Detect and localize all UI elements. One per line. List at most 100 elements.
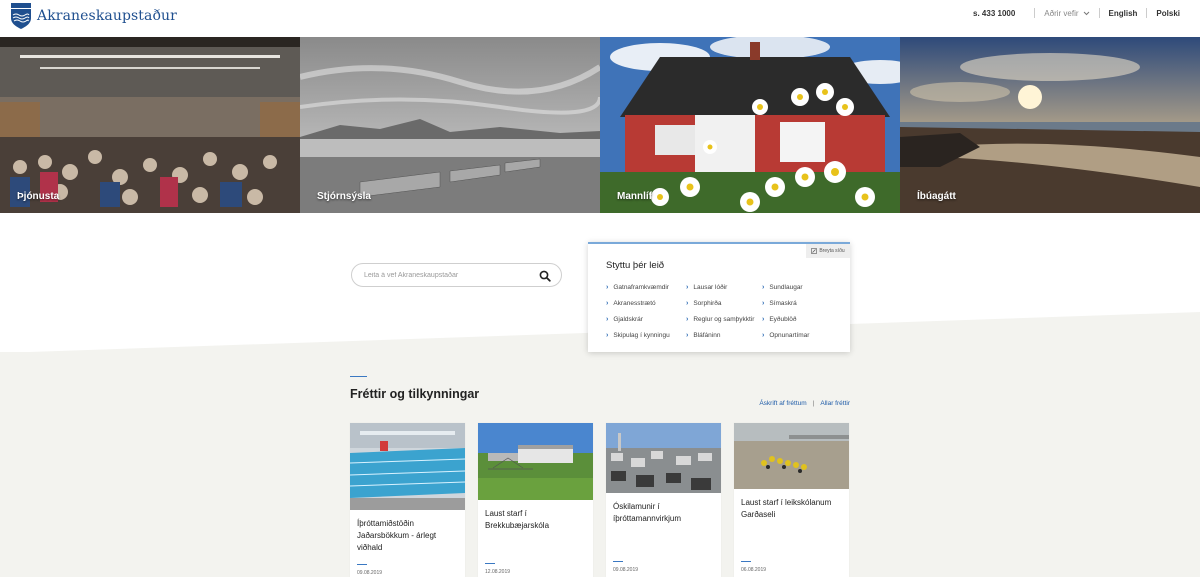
- chevron-right-icon: ›: [762, 300, 765, 307]
- hero-tiles: Þjónusta Stjórnsýsla Mannlíf Íbúagátt: [0, 37, 1200, 213]
- quick-link-label: Skipulag í kynningu: [613, 332, 670, 339]
- lang-polish-link[interactable]: Polski: [1156, 9, 1180, 18]
- kids-beach-photo: [734, 423, 849, 489]
- tile-administration[interactable]: Stjórnsýsla: [300, 37, 600, 213]
- chevron-right-icon: ›: [686, 284, 689, 291]
- coat-of-arms-icon: [11, 3, 31, 29]
- news-card-date: 12.08.2019: [485, 569, 511, 575]
- quick-links-column: › Lausar lóðir › Sorphirða › Reglur og samþ…: [686, 284, 762, 339]
- tile-label: Þjónusta: [17, 191, 60, 202]
- school-photo: [478, 423, 593, 500]
- search-icon[interactable]: [539, 270, 551, 282]
- quick-links-panel: Breyta síðu Styttu þér leið › Gatnaframkv…: [588, 242, 850, 352]
- news-card-image: [606, 423, 721, 493]
- quick-links-column: › Gatnaframkvæmdir › Akranesstrætó › Gjalds…: [606, 284, 686, 339]
- chevron-right-icon: ›: [762, 316, 765, 323]
- all-news-link[interactable]: Allar fréttir: [820, 400, 850, 407]
- quick-links-title: Styttu þér leið: [606, 260, 665, 271]
- news-card-date: 09.08.2019: [357, 570, 383, 576]
- quick-link[interactable]: › Reglur og samþykktir: [686, 316, 762, 323]
- tile-resident-portal[interactable]: Íbúagátt: [900, 37, 1200, 213]
- news-card[interactable]: Íþróttamiðstöðin Jaðarsbökkum - árlegt v…: [350, 423, 465, 577]
- quick-link-label: Gjaldskrár: [613, 316, 643, 323]
- news-card-image: [350, 423, 465, 510]
- quick-link[interactable]: › Sundlaugar: [762, 284, 809, 291]
- search-input[interactable]: [364, 271, 534, 279]
- chevron-right-icon: ›: [606, 332, 609, 339]
- quick-link[interactable]: › Akranesstrætó: [606, 300, 686, 307]
- news-card-title: Laust starf í leikskólanum Garðaseli: [741, 498, 832, 519]
- divider: [1098, 8, 1100, 18]
- town-aerial-photo: [606, 423, 721, 493]
- divider: [1034, 8, 1036, 18]
- quick-link-label: Akranesstrætó: [613, 300, 656, 307]
- news-card-date: 06.08.2019: [741, 567, 767, 573]
- quick-link-label: Sorphirða: [693, 300, 722, 307]
- quick-links-column: › Sundlaugar › Símaskrá › Eyðublöð › Opnunar…: [762, 284, 809, 339]
- news-card-title: Óskilamunir í íþróttamannvirkjum: [613, 502, 682, 523]
- news-links: Áskrift af fréttum | Allar fréttir: [759, 400, 850, 407]
- edit-icon: [811, 248, 818, 254]
- quick-link[interactable]: › Opnunartímar: [762, 332, 809, 339]
- section-accent-rule: [350, 376, 367, 377]
- divider: |: [812, 400, 815, 407]
- chevron-right-icon: ›: [686, 316, 689, 323]
- chevron-right-icon: ›: [606, 300, 609, 307]
- news-card-accent: [613, 561, 623, 562]
- news-card[interactable]: Óskilamunir í íþróttamannvirkjum 09.08.2…: [606, 423, 721, 577]
- edit-page-label: Breyta síðu: [819, 248, 845, 254]
- quick-links-columns: › Gatnaframkvæmdir › Akranesstrætó › Gjalds…: [606, 284, 809, 339]
- quick-link[interactable]: › Símaskrá: [762, 300, 809, 307]
- news-section-title: Fréttir og tilkynningar: [350, 387, 480, 401]
- quick-link[interactable]: › Lausar lóðir: [686, 284, 762, 291]
- house-daisies-photo: [600, 37, 900, 213]
- tile-label: Stjórnsýsla: [317, 191, 371, 202]
- news-card-title: Íþróttamiðstöðin Jaðarsbökkum - árlegt v…: [357, 519, 437, 552]
- quick-link-label: Reglur og samþykktir: [693, 316, 755, 323]
- news-card-accent: [741, 561, 751, 562]
- quick-link-label: Bláfáninn: [693, 332, 721, 339]
- tile-services[interactable]: Þjónusta: [0, 37, 300, 213]
- chevron-right-icon: ›: [762, 284, 765, 291]
- site-logo[interactable]: Akraneskaupstaður: [11, 3, 177, 29]
- chevron-right-icon: ›: [606, 316, 609, 323]
- library-photo: [0, 37, 300, 213]
- pool-photo: [350, 423, 465, 510]
- quick-link-label: Gatnaframkvæmdir: [613, 284, 669, 291]
- edit-page-button[interactable]: Breyta síðu: [806, 244, 850, 258]
- chevron-right-icon: ›: [762, 332, 765, 339]
- top-nav: s. 433 1000 Aðrir vefir English Polski: [973, 8, 1180, 18]
- site-header: Akraneskaupstaður s. 433 1000 Aðrir vefi…: [0, 0, 1200, 37]
- quick-link-label: Símaskrá: [769, 300, 797, 307]
- tile-label: Mannlíf: [617, 191, 652, 202]
- chevron-right-icon: ›: [606, 284, 609, 291]
- chevron-down-icon: [1083, 11, 1089, 15]
- subscribe-news-link[interactable]: Áskrift af fréttum: [759, 400, 806, 407]
- site-search: [351, 263, 562, 287]
- lang-english-link[interactable]: English: [1109, 9, 1138, 18]
- quick-link-label: Eyðublöð: [769, 316, 797, 323]
- other-sites-dropdown[interactable]: Aðrir vefir: [1044, 9, 1089, 18]
- news-card-accent: [485, 563, 495, 564]
- other-sites-label: Aðrir vefir: [1044, 8, 1079, 18]
- news-card[interactable]: Laust starf í leikskólanum Garðaseli 06.…: [734, 423, 849, 577]
- beach-sunset-photo: [900, 37, 1200, 213]
- quick-link-label: Lausar lóðir: [693, 284, 728, 291]
- news-card[interactable]: Laust starf í Brekkubæjarskóla 12.08.201…: [478, 423, 593, 577]
- quick-link[interactable]: › Gatnaframkvæmdir: [606, 284, 686, 291]
- chevron-right-icon: ›: [686, 332, 689, 339]
- quick-link[interactable]: › Gjaldskrár: [606, 316, 686, 323]
- quick-link[interactable]: › Sorphirða: [686, 300, 762, 307]
- site-name: Akraneskaupstaður: [37, 8, 177, 24]
- quick-link[interactable]: › Eyðublöð: [762, 316, 809, 323]
- quick-link[interactable]: › Bláfáninn: [686, 332, 762, 339]
- divider: [1146, 8, 1148, 18]
- news-card-date: 09.08.2019: [613, 567, 639, 573]
- tile-community[interactable]: Mannlíf: [600, 37, 900, 213]
- quick-link[interactable]: › Skipulag í kynningu: [606, 332, 686, 339]
- news-cards: Íþróttamiðstöðin Jaðarsbökkum - árlegt v…: [350, 423, 849, 577]
- news-card-accent: [357, 564, 367, 565]
- quick-link-label: Sundlaugar: [769, 284, 803, 291]
- coastal-bw-photo: [300, 37, 600, 213]
- quick-link-label: Opnunartímar: [769, 332, 810, 339]
